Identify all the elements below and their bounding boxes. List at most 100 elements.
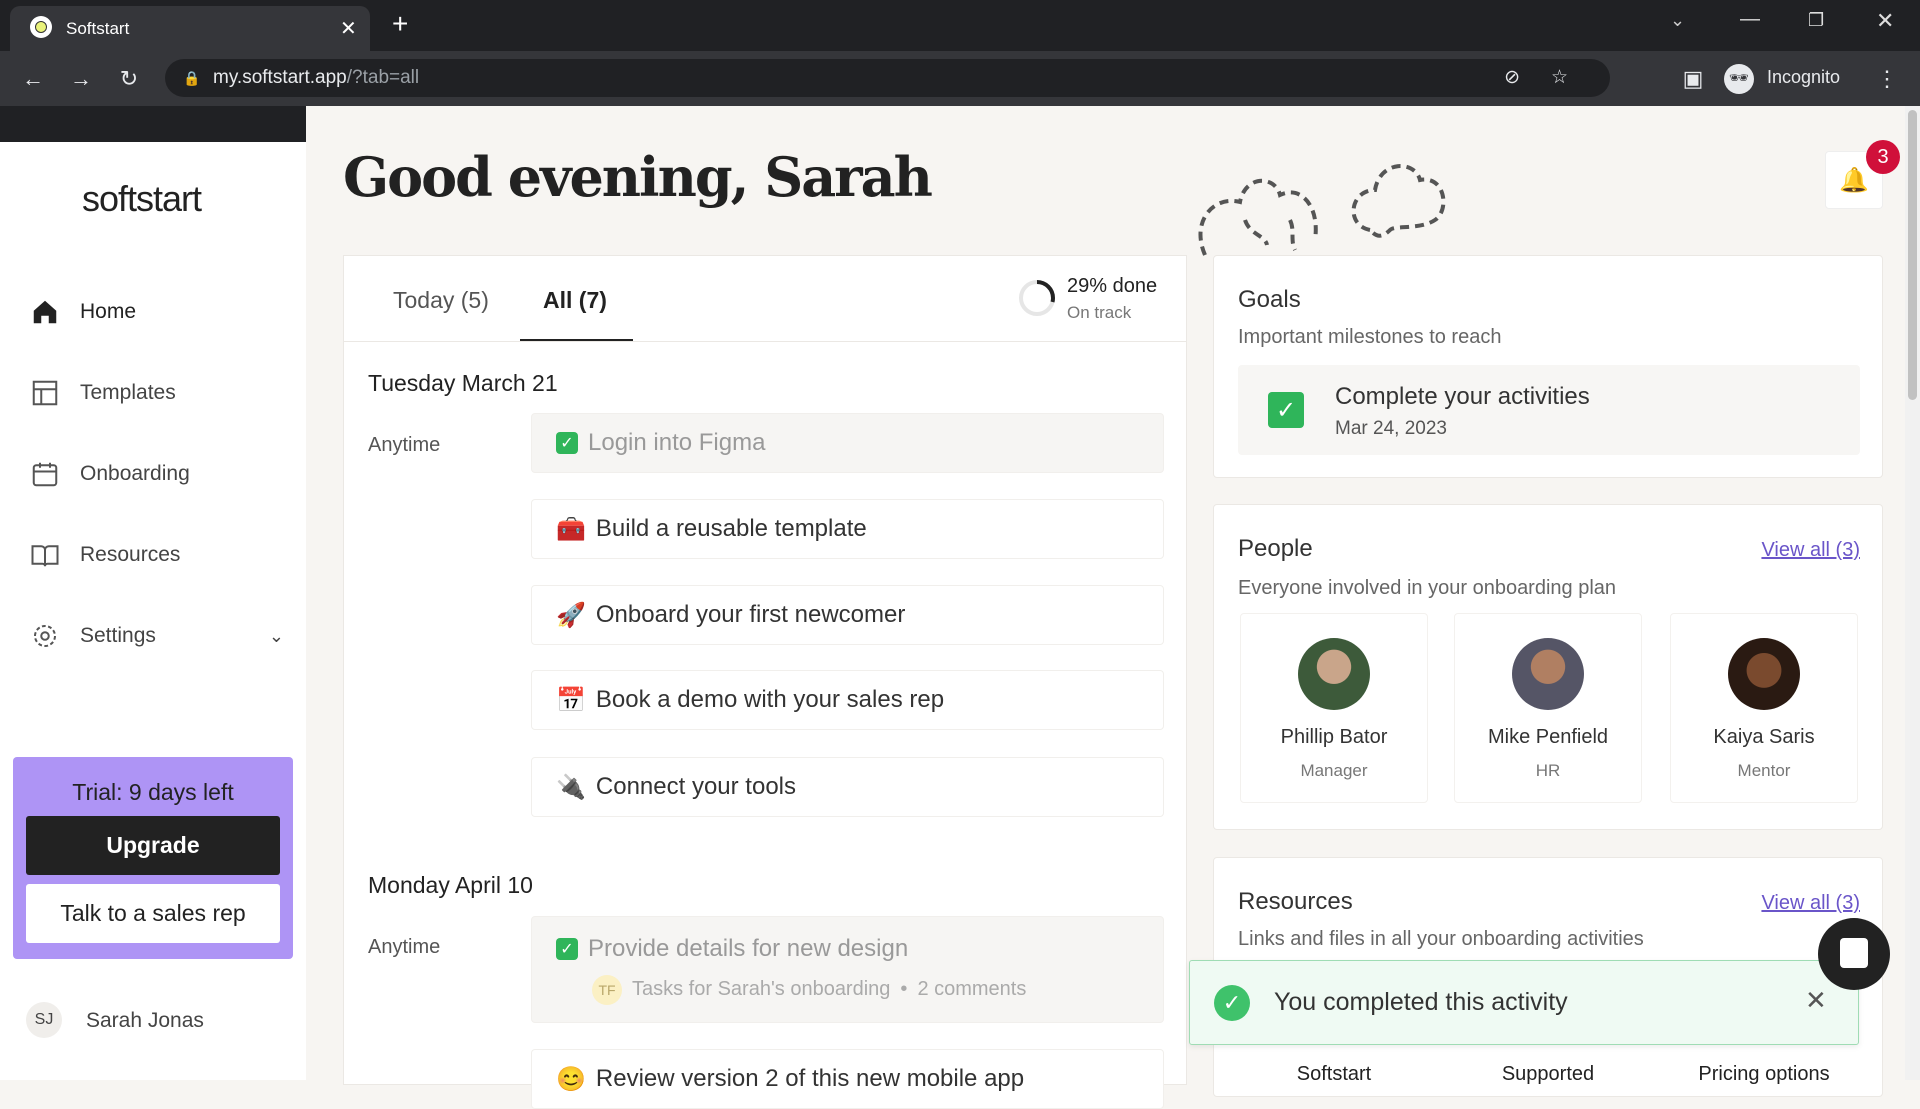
checkbox-checked[interactable]: ✓ <box>556 432 578 454</box>
sidebar-item-home[interactable]: Home <box>30 287 290 337</box>
separator-dot: • <box>900 978 908 1000</box>
upgrade-button[interactable]: Upgrade <box>26 816 280 875</box>
rocket-icon: 🚀 <box>556 601 586 629</box>
gear-icon <box>34 625 56 647</box>
task-title: Login into Figma <box>588 429 766 456</box>
minimize-icon[interactable]: — <box>1740 8 1760 31</box>
sidebar-item-label: Onboarding <box>80 462 190 485</box>
person-role: HR <box>1535 761 1561 780</box>
person-card[interactable]: Mike Penfield HR <box>1454 613 1642 803</box>
address-bar-row: ← → ↻ 🔒 my.softstart.app/?tab=all ⊘ ☆ ▣ … <box>0 51 1920 106</box>
user-name[interactable]: Sarah Jonas <box>86 1009 204 1033</box>
tab-today[interactable]: Today (5) <box>393 287 489 314</box>
tasks-card: Today (5) All (7) 29% done On track Tues… <box>343 255 1187 1109</box>
comments-count[interactable]: 2 comments <box>917 978 1026 1001</box>
plan-link[interactable]: Tasks for Sarah's onboarding <box>632 978 890 1001</box>
calendar-icon <box>32 462 58 487</box>
browser-tab-bar: Softstart ✕ + ⌄ — ❐ ✕ <box>0 0 1920 51</box>
sidebar-item-label: Home <box>80 300 137 323</box>
person-role: Mentor <box>1737 761 1791 780</box>
new-tab-icon[interactable]: + <box>392 8 408 40</box>
person-card[interactable]: Kaiya Saris Mentor <box>1670 613 1858 803</box>
toolbox-icon: 🧰 <box>556 515 586 543</box>
layout-icon <box>32 380 58 406</box>
group-date: Tuesday March 21 <box>368 370 558 396</box>
profile-label[interactable]: Incognito <box>1767 67 1840 88</box>
lock-icon: 🔒 <box>183 70 201 86</box>
resources-subtitle: Links and files in all your onboarding a… <box>1238 928 1644 950</box>
plug-icon: 🔌 <box>556 773 586 801</box>
sidebar-item-resources[interactable]: Resources <box>30 530 290 580</box>
resource-item[interactable]: Softstart <box>1240 1063 1428 1086</box>
avatar <box>1512 638 1584 710</box>
chevron-down-icon[interactable]: ⌄ <box>269 626 284 647</box>
browser-tab[interactable]: Softstart ✕ <box>10 6 370 51</box>
back-icon[interactable]: ← <box>18 51 48 106</box>
sidebar-item-templates[interactable]: Templates <box>30 368 290 418</box>
tabs-divider <box>344 341 1186 342</box>
people-subtitle: Everyone involved in your onboarding pla… <box>1238 577 1617 599</box>
star-icon[interactable]: ☆ <box>1551 59 1568 97</box>
goal-item[interactable]: ✓ Complete your activities Mar 24, 2023 <box>1238 365 1860 455</box>
people-view-all-link[interactable]: View all (3) <box>1761 539 1860 562</box>
task-title: Book a demo with your sales rep <box>595 686 945 713</box>
task-item[interactable]: 📅 Book a demo with your sales rep <box>531 670 1164 730</box>
sidebar-top-strip <box>0 106 306 142</box>
resource-item[interactable]: Pricing options <box>1670 1063 1858 1086</box>
sidebar-item-settings[interactable]: Settings ⌄ <box>30 611 290 661</box>
resources-view-all-link[interactable]: View all (3) <box>1761 892 1860 915</box>
forward-icon[interactable]: → <box>66 51 96 106</box>
toast-message: You completed this activity <box>1274 988 1568 1016</box>
url-path: /?tab=all <box>346 67 420 88</box>
close-window-icon[interactable]: ✕ <box>1876 8 1894 34</box>
task-title: Onboard your first newcomer <box>595 601 906 628</box>
success-check-icon: ✓ <box>1214 985 1250 1021</box>
task-item[interactable]: 🧰 Build a reusable template <box>531 499 1164 559</box>
bell-icon: 🔔 <box>1839 167 1869 194</box>
person-name: Phillip Bator <box>1280 726 1388 748</box>
sidebar-item-label: Settings <box>80 624 156 647</box>
clouds-illustration <box>1198 164 1446 256</box>
favicon-icon <box>30 16 52 38</box>
restore-icon[interactable]: ❐ <box>1808 10 1824 31</box>
progress-label: 29% done <box>1067 275 1158 297</box>
task-title: Build a reusable template <box>595 515 867 542</box>
checkbox-checked[interactable]: ✓ <box>1268 392 1304 428</box>
notification-badge: 3 <box>1866 140 1900 174</box>
task-item[interactable]: 🚀 Onboard your first newcomer <box>531 585 1164 645</box>
side-panel-icon[interactable]: ▣ <box>1678 51 1708 106</box>
task-item[interactable]: ✓ Provide details for new design TF Tasks… <box>531 916 1164 1023</box>
url-input[interactable]: 🔒 my.softstart.app/?tab=all ⊘ ☆ <box>165 59 1610 97</box>
checkbox-checked[interactable]: ✓ <box>556 937 578 960</box>
group-date: Monday April 10 <box>368 872 533 898</box>
task-item[interactable]: 😊 Review version 2 of this new mobile app <box>531 1049 1164 1109</box>
person-card[interactable]: Phillip Bator Manager <box>1240 613 1428 803</box>
resource-item[interactable]: Supported <box>1454 1063 1642 1086</box>
person-name: Kaiya Saris <box>1713 726 1815 748</box>
close-tab-icon[interactable]: ✕ <box>340 16 357 41</box>
task-item[interactable]: 🔌 Connect your tools <box>531 757 1164 817</box>
close-toast-icon[interactable]: ✕ <box>1805 985 1827 1016</box>
group-time: Anytime <box>368 434 441 456</box>
sidebar-item-onboarding[interactable]: Onboarding <box>30 449 290 499</box>
logo[interactable]: softstart <box>82 178 202 220</box>
talk-to-sales-button[interactable]: Talk to a sales rep <box>26 884 280 943</box>
tab-all[interactable]: All (7) <box>543 287 607 314</box>
avatar <box>1728 638 1800 710</box>
scrollbar[interactable] <box>1905 106 1920 1080</box>
person-role: Manager <box>1300 761 1368 780</box>
task-item[interactable]: ✓ Login into Figma <box>531 413 1164 473</box>
eye-off-icon[interactable]: ⊘ <box>1504 59 1520 97</box>
home-icon <box>33 300 57 324</box>
scrollbar-thumb[interactable] <box>1908 110 1917 400</box>
group-time: Anytime <box>368 936 441 958</box>
chat-icon <box>1840 938 1868 968</box>
chat-launcher-button[interactable] <box>1818 918 1890 990</box>
reload-icon[interactable]: ↻ <box>114 51 144 106</box>
menu-icon[interactable]: ⋮ <box>1872 51 1902 106</box>
tab-search-icon[interactable]: ⌄ <box>1670 10 1685 31</box>
user-avatar[interactable]: SJ <box>26 1002 62 1038</box>
toast: ✓ You completed this activity ✕ <box>1189 960 1859 1045</box>
book-icon <box>31 545 59 567</box>
person-name: Mike Penfield <box>1487 726 1609 748</box>
